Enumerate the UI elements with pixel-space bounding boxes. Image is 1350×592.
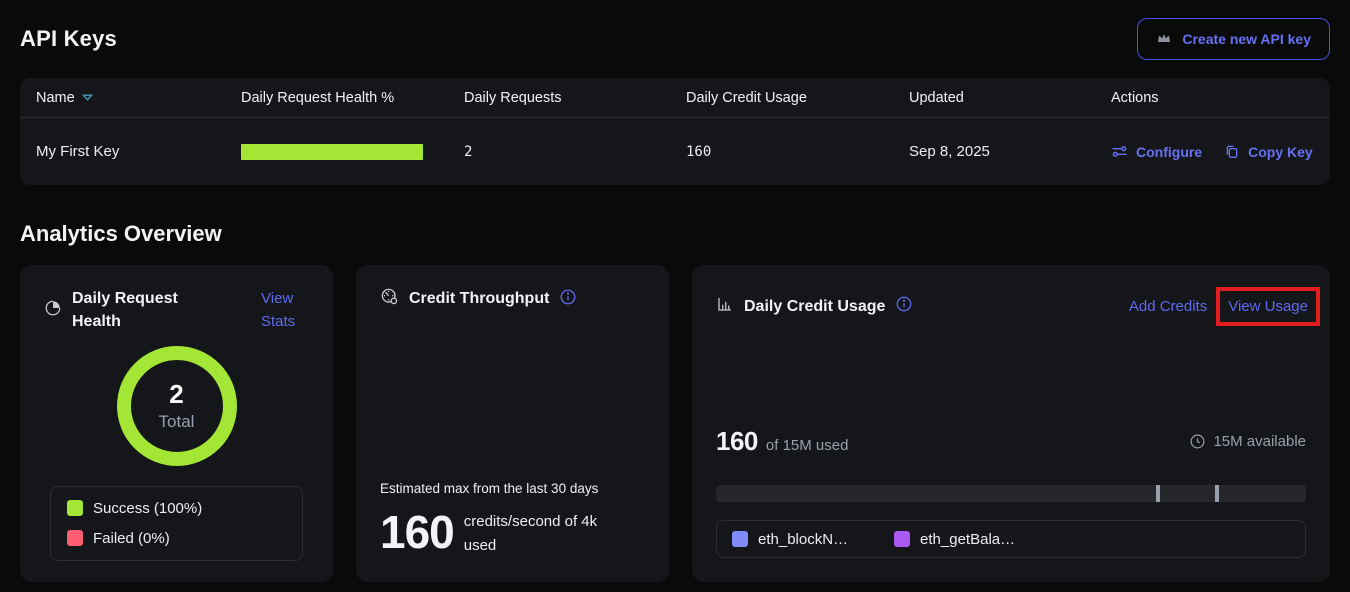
- add-credits-link[interactable]: Add Credits: [1129, 295, 1207, 318]
- success-swatch: [67, 500, 83, 516]
- view-usage-link[interactable]: View Usage: [1228, 298, 1308, 315]
- progress-tick: [1156, 485, 1160, 502]
- table-row: My First Key 2 160 Sep 8, 2025 Configure: [20, 118, 1330, 185]
- chart-empty-area: [380, 311, 645, 481]
- legend-item-eth-getbalance: eth_getBala…: [894, 531, 1015, 548]
- column-header-health: Daily Request Health %: [241, 90, 464, 106]
- gauge-icon: [380, 287, 399, 311]
- request-health-donut-chart: 2 Total: [44, 346, 309, 466]
- usage-summary-row: 160 of 15M used 15M available: [716, 426, 1306, 457]
- throughput-subtitle: Estimated max from the last 30 days: [380, 481, 645, 496]
- sort-chevron-down-icon[interactable]: [82, 93, 93, 102]
- copy-key-button[interactable]: Copy Key: [1224, 144, 1313, 160]
- column-header-actions: Actions: [1111, 90, 1330, 106]
- health-bar-cell: [241, 144, 464, 160]
- column-header-requests: Daily Requests: [464, 90, 686, 106]
- column-header-credit-usage: Daily Credit Usage: [686, 90, 909, 106]
- chart-empty-area: [716, 326, 1306, 426]
- column-header-updated: Updated: [909, 90, 1111, 106]
- page-header: API Keys Create new API key: [20, 0, 1330, 62]
- actions-cell: Configure Copy Key: [1111, 143, 1330, 160]
- legend-item-failed: Failed (0%): [67, 530, 286, 547]
- view-stats-link[interactable]: View Stats: [261, 287, 309, 334]
- red-highlight-annotation: View Usage: [1216, 287, 1320, 326]
- daily-request-health-card: Daily Request Health View Stats 2 Total …: [20, 265, 333, 582]
- daily-credit-usage-card: Daily Credit Usage Add Credits View Usag…: [692, 265, 1330, 582]
- donut-total-label: Total: [159, 412, 195, 432]
- copy-icon: [1224, 144, 1240, 160]
- credits-used-value: 160: [716, 426, 758, 457]
- crown-icon: [1156, 30, 1172, 49]
- configure-button[interactable]: Configure: [1111, 143, 1202, 160]
- table-header-row: Name Daily Request Health % Daily Reques…: [20, 78, 1330, 118]
- card-header: Credit Throughput: [380, 287, 645, 311]
- throughput-value-row: 160 credits/second of 4k used: [380, 508, 645, 558]
- health-legend: Success (100%) Failed (0%): [50, 486, 303, 561]
- throughput-caption: credits/second of 4k used: [464, 510, 624, 558]
- legend-item-success: Success (100%): [67, 500, 286, 517]
- clock-icon: [1189, 433, 1206, 450]
- usage-legend: eth_blockN… eth_getBala…: [716, 520, 1306, 558]
- credit-usage-progress-bar: [716, 485, 1306, 502]
- sliders-icon: [1111, 143, 1128, 160]
- daily-credit-usage-value: 160: [686, 144, 909, 160]
- eth-blocknumber-swatch: [732, 531, 748, 547]
- create-api-key-button[interactable]: Create new API key: [1137, 18, 1330, 60]
- analytics-heading: Analytics Overview: [20, 221, 1330, 247]
- credits-available-label: 15M available: [1213, 433, 1306, 450]
- info-icon[interactable]: [895, 295, 913, 318]
- page-title: API Keys: [20, 26, 117, 52]
- card-header: Daily Credit Usage Add Credits View Usag…: [716, 287, 1306, 326]
- card-title: Daily Credit Usage: [744, 295, 885, 318]
- card-title: Credit Throughput: [409, 287, 549, 310]
- card-links: Add Credits View Usage: [1129, 287, 1306, 326]
- card-header: Daily Request Health View Stats: [44, 287, 309, 334]
- donut-ring: 2 Total: [117, 346, 237, 466]
- legend-item-eth-blocknumber: eth_blockN…: [732, 531, 848, 548]
- card-title: Daily Request Health: [72, 287, 190, 333]
- credits-available: 15M available: [1189, 433, 1306, 450]
- api-key-name: My First Key: [36, 143, 241, 160]
- failed-swatch: [67, 530, 83, 546]
- pie-chart-icon: [44, 299, 62, 322]
- bar-chart-icon: [716, 295, 734, 318]
- donut-total-value: 2: [169, 379, 183, 410]
- analytics-cards: Daily Request Health View Stats 2 Total …: [20, 265, 1330, 582]
- column-header-name[interactable]: Name: [36, 90, 241, 106]
- daily-requests-value: 2: [464, 144, 686, 160]
- throughput-value: 160: [380, 508, 454, 556]
- dashboard-page: API Keys Create new API key Name Daily R…: [0, 0, 1350, 582]
- progress-tick: [1215, 485, 1219, 502]
- updated-value: Sep 8, 2025: [909, 143, 1111, 160]
- credits-used-caption: of 15M used: [766, 437, 849, 454]
- create-api-key-label: Create new API key: [1182, 31, 1311, 47]
- eth-getbalance-swatch: [894, 531, 910, 547]
- api-keys-table: Name Daily Request Health % Daily Reques…: [20, 78, 1330, 185]
- health-bar: [241, 144, 423, 160]
- credit-throughput-card: Credit Throughput Estimated max from the…: [356, 265, 669, 582]
- info-icon[interactable]: [559, 288, 577, 311]
